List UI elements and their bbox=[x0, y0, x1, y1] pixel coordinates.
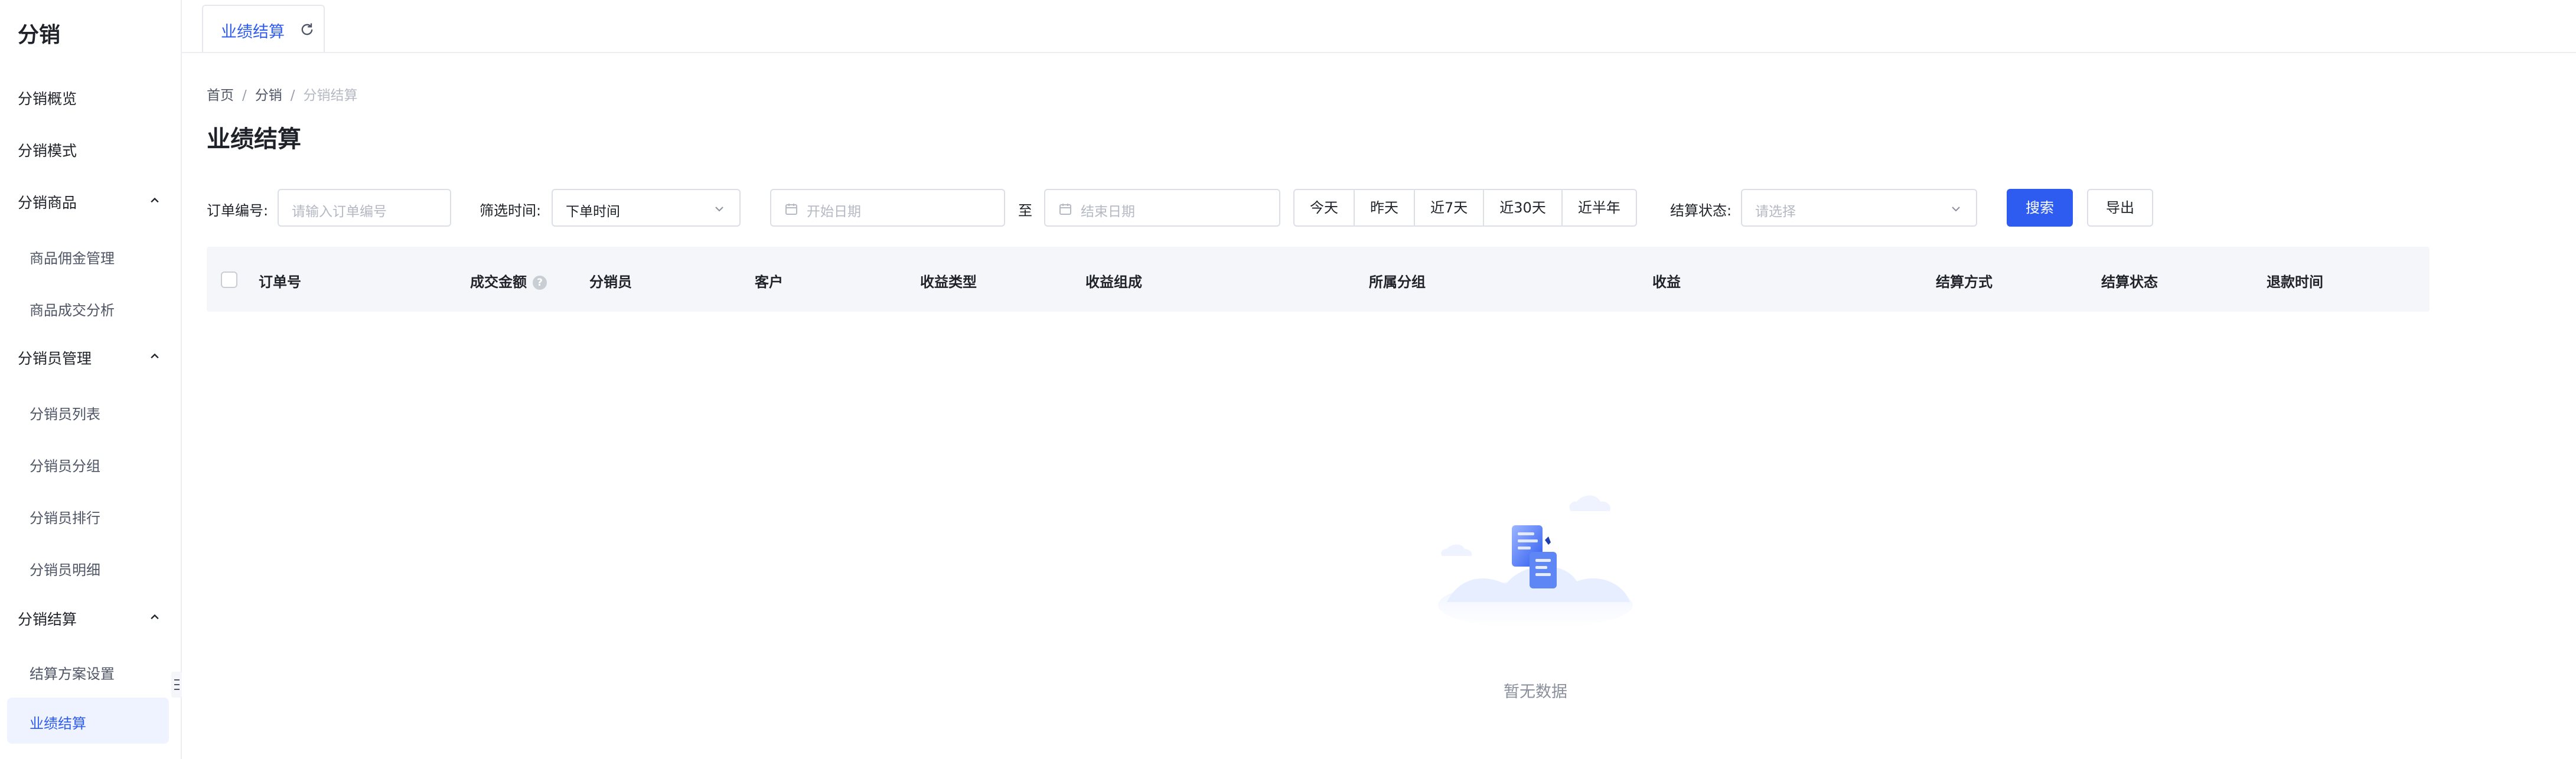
start-date-placeholder: 开始日期 bbox=[807, 204, 861, 220]
column-label: 成交金额 bbox=[470, 274, 527, 290]
sidebar-group-settlement[interactable]: 分销结算 bbox=[18, 608, 163, 629]
sidebar-item-mode[interactable]: 分销模式 bbox=[18, 139, 77, 161]
date-range-to: 至 bbox=[1018, 202, 1032, 219]
column-settlement-method: 结算方式 bbox=[1936, 274, 1993, 290]
chevron-down-icon bbox=[715, 207, 723, 212]
sidebar-item-commission[interactable]: 商品佣金管理 bbox=[30, 247, 115, 267]
range-7days-button[interactable]: 近7天 bbox=[1414, 189, 1485, 227]
start-date-input[interactable]: 开始日期 bbox=[770, 189, 1005, 227]
page-title: 业绩结算 bbox=[207, 126, 301, 153]
select-all-checkbox[interactable] bbox=[221, 271, 237, 288]
sidebar-item-distributor-rank[interactable]: 分销员排行 bbox=[30, 506, 100, 527]
chevron-down-icon bbox=[1952, 207, 1960, 212]
sidebar-item-distributor-list[interactable]: 分销员列表 bbox=[30, 403, 100, 423]
export-button[interactable]: 导出 bbox=[2087, 189, 2153, 227]
sidebar-item-settlement-plan[interactable]: 结算方案设置 bbox=[30, 662, 115, 683]
chevron-up-icon bbox=[151, 614, 159, 620]
status-placeholder: 请选择 bbox=[1755, 204, 1796, 220]
sidebar-item-distributor-group[interactable]: 分销员分组 bbox=[30, 454, 100, 475]
breadcrumb: 首页 / 分销 / 分销结算 bbox=[207, 84, 358, 104]
range-halfyear-button[interactable]: 近半年 bbox=[1561, 189, 1637, 227]
time-label: 筛选时间: bbox=[480, 202, 542, 219]
breadcrumb-separator: / bbox=[242, 88, 247, 103]
order-no-input[interactable]: 请输入订单编号 bbox=[278, 189, 451, 227]
sidebar-item-performance-settlement[interactable]: 业绩结算 bbox=[7, 698, 169, 744]
range-today-button[interactable]: 今天 bbox=[1293, 189, 1355, 227]
tab-bar: 业绩结算 bbox=[182, 0, 2576, 53]
chevron-up-icon bbox=[151, 197, 159, 203]
sidebar-item-overview[interactable]: 分销概览 bbox=[18, 87, 77, 109]
column-refund-time: 退款时间 bbox=[2267, 274, 2323, 290]
order-no-placeholder: 请输入订单编号 bbox=[292, 204, 387, 220]
column-income-type: 收益类型 bbox=[920, 274, 977, 290]
sidebar-group-label: 分销结算 bbox=[18, 611, 77, 628]
calendar-icon bbox=[785, 204, 797, 215]
column-settlement-status: 结算状态 bbox=[2101, 274, 2158, 290]
table-header: 订单号 成交金额? 分销员 客户 收益类型 收益组成 所属分组 收益 结算方式 … bbox=[207, 247, 2430, 312]
column-amount: 成交金额? bbox=[470, 270, 547, 291]
search-button[interactable]: 搜索 bbox=[2007, 189, 2073, 227]
column-distributor: 分销员 bbox=[589, 274, 632, 290]
breadcrumb-current: 分销结算 bbox=[303, 88, 358, 103]
end-date-placeholder: 结束日期 bbox=[1081, 204, 1135, 220]
quick-range-group: 今天 昨天 近7天 近30天 近半年 bbox=[1293, 189, 1637, 227]
breadcrumb-home[interactable]: 首页 bbox=[207, 88, 234, 103]
calendar-icon bbox=[1059, 204, 1071, 215]
chevron-up-icon bbox=[151, 353, 159, 359]
status-label: 结算状态: bbox=[1670, 202, 1732, 219]
sidebar-group-distributors[interactable]: 分销员管理 bbox=[18, 347, 163, 368]
sidebar-group-label: 分销员管理 bbox=[18, 350, 92, 367]
empty-state-illustration bbox=[1438, 495, 1633, 629]
tab-performance-settlement[interactable]: 业绩结算 bbox=[202, 5, 325, 52]
column-income-composition: 收益组成 bbox=[1085, 274, 1142, 290]
end-date-input[interactable]: 结束日期 bbox=[1044, 189, 1280, 227]
tab-label: 业绩结算 bbox=[221, 23, 285, 41]
sidebar-item-label: 业绩结算 bbox=[30, 715, 86, 732]
range-30days-button[interactable]: 近30天 bbox=[1483, 189, 1563, 227]
column-customer: 客户 bbox=[755, 274, 783, 290]
order-no-label: 订单编号: bbox=[207, 202, 269, 219]
empty-state-text: 暂无数据 bbox=[1504, 683, 1567, 701]
sidebar-group-products[interactable]: 分销商品 bbox=[18, 191, 163, 212]
status-select[interactable]: 请选择 bbox=[1741, 189, 1977, 227]
help-icon[interactable]: ? bbox=[533, 276, 547, 290]
column-order-no: 订单号 bbox=[259, 274, 301, 290]
range-yesterday-button[interactable]: 昨天 bbox=[1354, 189, 1415, 227]
sidebar-group-label: 分销商品 bbox=[18, 194, 77, 211]
refresh-icon[interactable] bbox=[299, 21, 315, 38]
sidebar-title: 分销 bbox=[18, 23, 61, 47]
breadcrumb-distribution[interactable]: 分销 bbox=[255, 88, 282, 103]
column-income: 收益 bbox=[1652, 274, 1681, 290]
sidebar-item-product-analysis[interactable]: 商品成交分析 bbox=[30, 299, 115, 319]
sidebar-item-distributor-detail[interactable]: 分销员明细 bbox=[30, 558, 100, 579]
column-group: 所属分组 bbox=[1369, 274, 1426, 290]
collapse-sidebar-icon[interactable] bbox=[171, 672, 182, 698]
sidebar: 分销 分销概览 分销模式 分销商品 商品佣金管理 商品成交分析 分销员管理 分销… bbox=[0, 0, 182, 759]
time-type-select[interactable]: 下单时间 bbox=[552, 189, 741, 227]
breadcrumb-separator: / bbox=[290, 88, 295, 103]
time-type-value: 下单时间 bbox=[566, 204, 620, 220]
